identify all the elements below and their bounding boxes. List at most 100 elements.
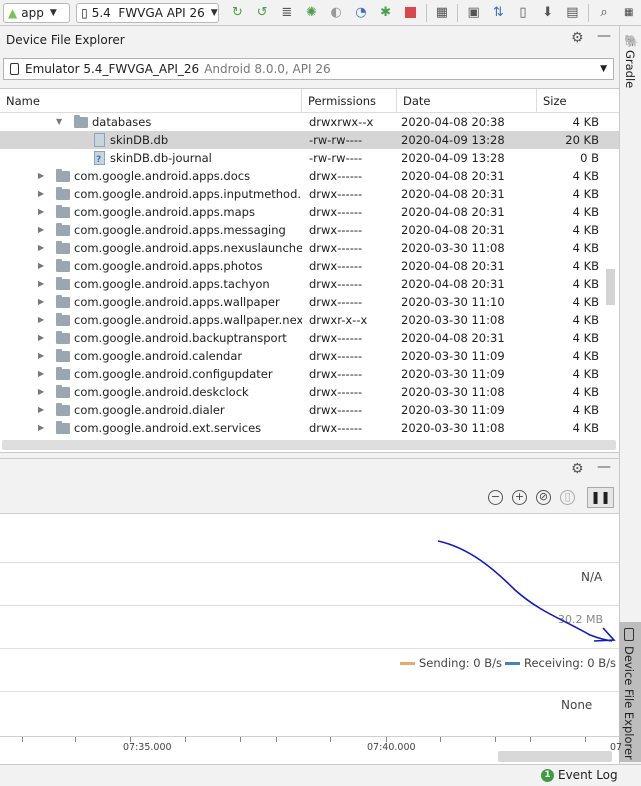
date-cell: 2020-03-30 11:10 [401, 295, 505, 309]
column-header-name[interactable]: Name [0, 89, 302, 113]
date-cell: 2020-04-08 20:31 [401, 187, 505, 201]
table-row[interactable]: ▶ com.google.android.configupdater drwx---… [0, 365, 619, 383]
device-file-explorer-tab[interactable]: Device File Explorer [619, 622, 641, 762]
column-header-size[interactable]: Size [537, 89, 619, 113]
table-row[interactable]: ▶ com.google.android.apps.maps drwx------ 2… [0, 203, 619, 221]
apply-changes-icon[interactable]: ↺ [252, 3, 272, 23]
table-row[interactable]: ▶ com.google.android.calendar drwx------ 20… [0, 347, 619, 365]
terminal-icon[interactable]: ▣ [464, 3, 484, 23]
coverage-icon[interactable]: ✱ [376, 3, 396, 23]
folder-icon [56, 349, 70, 362]
table-row[interactable]: ▼ databases drwxrwx--x 2020-04-08 20:38 4 KB [0, 113, 619, 131]
gear-icon[interactable]: ⚙ [571, 461, 584, 477]
search-icon[interactable]: ⌕ [594, 3, 614, 23]
device-icon [10, 63, 19, 75]
minimize-icon[interactable]: — [597, 28, 611, 44]
run-config-combo[interactable]: ▲ app ▼ [3, 2, 71, 23]
expand-arrow-icon[interactable]: ▶ [38, 401, 44, 419]
table-row[interactable]: ▶ com.google.android.dialer drwx------ 2020… [0, 401, 619, 419]
name-cell: ▶ com.google.android.apps.wallpaper [0, 293, 302, 311]
project-structure-icon[interactable]: ▦ [432, 3, 452, 23]
name-cell: ▶ com.google.android.apps.tachyon [0, 275, 302, 293]
folder-icon [56, 205, 70, 218]
expand-arrow-icon[interactable]: ▶ [38, 203, 44, 221]
gear-icon[interactable]: ⚙ [571, 30, 584, 46]
file-name: com.google.android.apps.messaging [74, 223, 286, 237]
timeline-scrollbar[interactable] [498, 751, 612, 762]
table-row[interactable]: ▶ com.google.android.apps.docs drwx------ 2… [0, 167, 619, 185]
apply-code-icon[interactable]: ≣ [277, 3, 297, 23]
layout-inspector-icon[interactable]: ▤ [563, 3, 583, 23]
date-cell: 2020-03-30 11:09 [401, 403, 505, 417]
size-cell: 0 B [580, 151, 599, 165]
stop-icon[interactable] [400, 3, 420, 23]
table-row[interactable]: ▶ com.google.android.deskclock drwx------ 2… [0, 383, 619, 401]
date-cell: 2020-04-09 13:28 [401, 151, 505, 165]
name-cell: ▶ com.google.android.apps.messaging [0, 221, 302, 239]
sdk-manager-icon[interactable]: ⬇ [538, 3, 558, 23]
date-cell: 2020-04-08 20:31 [401, 331, 505, 345]
more-icon[interactable]: ▦ [619, 3, 639, 23]
axis-tick [530, 737, 531, 742]
file-name: com.google.android.apps.inputmethod.hin [74, 187, 302, 201]
expand-arrow-icon[interactable]: ▶ [38, 221, 44, 239]
size-cell: 4 KB [572, 187, 599, 201]
device-selector[interactable]: Emulator 5.4_FWVGA_API_26 Android 8.0.0,… [3, 58, 614, 80]
table-row[interactable]: ▶ com.google.android.backuptransport drwx-… [0, 329, 619, 347]
horizontal-scrollbar[interactable] [2, 440, 616, 450]
table-row[interactable]: ▶ com.google.android.apps.wallpaper.nexus… [0, 311, 619, 329]
expand-arrow-icon[interactable]: ▶ [38, 419, 44, 437]
permissions-cell: drwxr-x--x [309, 313, 368, 327]
expand-arrow-icon[interactable]: ▶ [38, 365, 44, 383]
zoom-in-icon[interactable]: + [512, 490, 527, 505]
date-cell: 2020-03-30 11:08 [401, 385, 505, 399]
table-row[interactable]: ▶ com.google.android.apps.inputmethod.hin… [0, 185, 619, 203]
name-cell: ? skinDB.db-journal [0, 149, 302, 167]
zoom-out-icon[interactable]: − [488, 490, 503, 505]
device-file-explorer-tab-label: Device File Explorer [622, 646, 636, 760]
expand-arrow-icon[interactable]: ▶ [38, 383, 44, 401]
name-cell: skinDB.db [0, 131, 302, 149]
vertical-scrollbar[interactable] [606, 269, 615, 305]
jump-to-live-icon[interactable]: ▯ [560, 490, 575, 505]
table-row[interactable]: ▶ com.google.android.apps.messaging drwx--… [0, 221, 619, 239]
expand-arrow-icon[interactable]: ▶ [38, 311, 44, 329]
date-cell: 2020-03-30 11:09 [401, 367, 505, 381]
table-row[interactable]: ▶ com.google.android.apps.nexuslauncher dr… [0, 239, 619, 257]
file-name: com.google.android.dialer [74, 403, 225, 417]
profile-icon[interactable]: ◔ [351, 3, 371, 23]
expand-arrow-icon[interactable]: ▶ [38, 347, 44, 365]
column-header-date[interactable]: Date [397, 89, 537, 113]
table-row[interactable]: ▶ com.google.android.ext.services drwx----… [0, 419, 619, 437]
expand-arrow-icon[interactable]: ▶ [38, 167, 44, 185]
table-row[interactable]: skinDB.db -rw-rw---- 2020-04-09 13:28 20 KB [0, 131, 619, 149]
sync-icon[interactable]: ⇅ [488, 3, 508, 23]
expand-arrow-icon[interactable]: ▶ [38, 257, 44, 275]
expand-arrow-icon[interactable]: ▶ [38, 185, 44, 203]
memory-lane-value: 30.2 MB [558, 613, 604, 626]
table-row[interactable]: ▶ com.google.android.apps.tachyon drwx----… [0, 275, 619, 293]
event-log-button[interactable]: 1 Event Log [541, 768, 618, 782]
table-row[interactable]: ▶ com.google.android.apps.photos drwx-----… [0, 257, 619, 275]
axis-tick [276, 737, 277, 742]
axis-tick [240, 737, 241, 742]
avd-manager-icon[interactable]: ▯ [513, 3, 533, 23]
debug-icon[interactable]: ✺ [302, 3, 322, 23]
folder-icon [56, 187, 70, 200]
collapse-arrow-icon[interactable]: ▼ [56, 113, 62, 131]
expand-arrow-icon[interactable]: ▶ [38, 239, 44, 257]
minimize-icon[interactable]: — [597, 459, 611, 475]
pause-button[interactable]: ❚❚ [587, 487, 614, 508]
device-select-combo[interactable]: ▯ 5.4 FWVGA API 26 ▼ [76, 2, 220, 23]
gradle-tab[interactable]: Gradle [623, 50, 637, 88]
attach-debugger-icon[interactable]: ◐ [326, 3, 346, 23]
reset-zoom-icon[interactable]: ⊘ [536, 490, 551, 505]
column-header-permissions[interactable]: Permissions [302, 89, 397, 113]
rerun-icon[interactable]: ↻ [228, 3, 248, 23]
expand-arrow-icon[interactable]: ▶ [38, 329, 44, 347]
name-cell: ▶ com.google.android.apps.inputmethod.hin [0, 185, 302, 203]
table-row[interactable]: ▶ com.google.android.apps.wallpaper drwx--… [0, 293, 619, 311]
expand-arrow-icon[interactable]: ▶ [38, 275, 44, 293]
expand-arrow-icon[interactable]: ▶ [38, 293, 44, 311]
table-row[interactable]: ? skinDB.db-journal -rw-rw---- 2020-04-09 1… [0, 149, 619, 167]
